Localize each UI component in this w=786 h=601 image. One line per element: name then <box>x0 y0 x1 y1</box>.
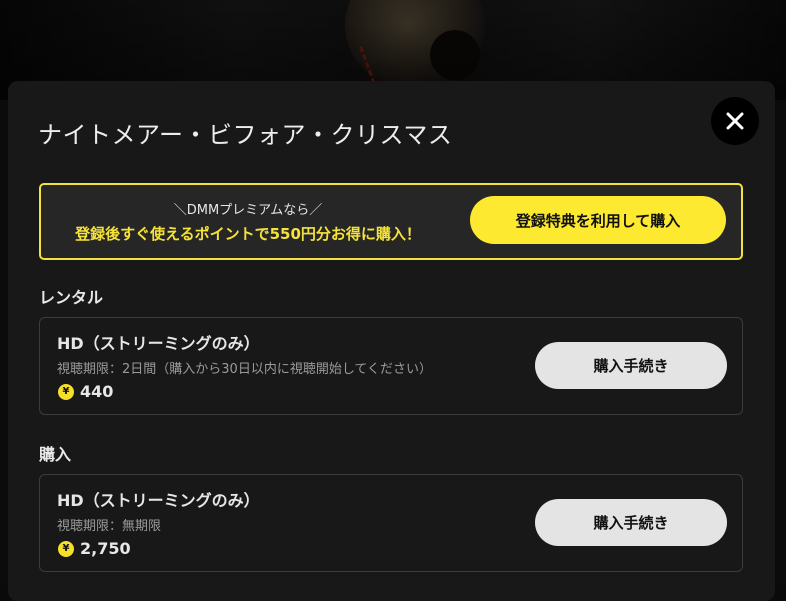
modal-title: ナイトメアー・ビフォア・クリスマス <box>38 121 453 149</box>
purchase-checkout-button[interactable]: 購入手続き <box>535 499 727 546</box>
coin-icon: ¥ <box>58 383 74 400</box>
close-button[interactable] <box>711 97 759 145</box>
option-price: 2,750 <box>80 539 131 558</box>
rental-section-heading: レンタル <box>39 288 104 307</box>
close-icon <box>726 112 744 130</box>
option-viewing-period: 視聴期限：2日間（購入から30日以内に視聴開始してください） <box>57 362 433 377</box>
promo-tagline: ＼DMMプレミアムなら／ <box>173 203 323 218</box>
option-price: 440 <box>80 382 114 401</box>
option-name: HD（ストリーミングのみ） <box>57 491 260 510</box>
purchase-option-card: HD（ストリーミングのみ） 視聴期限：無期限 ¥ 2,750 購入手続き <box>39 474 743 572</box>
price-row: ¥ 440 <box>58 382 113 401</box>
promo-message: 登録後すぐ使えるポイントで550円分お得に購入！ <box>75 225 421 243</box>
price-row: ¥ 2,750 <box>58 539 131 558</box>
premium-purchase-button[interactable]: 登録特典を利用して購入 <box>470 196 726 244</box>
rental-option-card: HD（ストリーミングのみ） 視聴期限：2日間（購入から30日以内に視聴開始してく… <box>39 317 743 415</box>
purchase-modal: ナイトメアー・ビフォア・クリスマス ＼DMMプレミアムなら／ 登録後すぐ使えるポ… <box>8 81 775 601</box>
coin-icon: ¥ <box>58 540 74 557</box>
option-viewing-period: 視聴期限：無期限 <box>57 519 162 534</box>
premium-promo-banner: ＼DMMプレミアムなら／ 登録後すぐ使えるポイントで550円分お得に購入！ 登録… <box>39 183 743 260</box>
option-name: HD（ストリーミングのみ） <box>57 334 260 353</box>
purchase-section-heading: 購入 <box>39 445 72 464</box>
rental-checkout-button[interactable]: 購入手続き <box>535 342 727 389</box>
